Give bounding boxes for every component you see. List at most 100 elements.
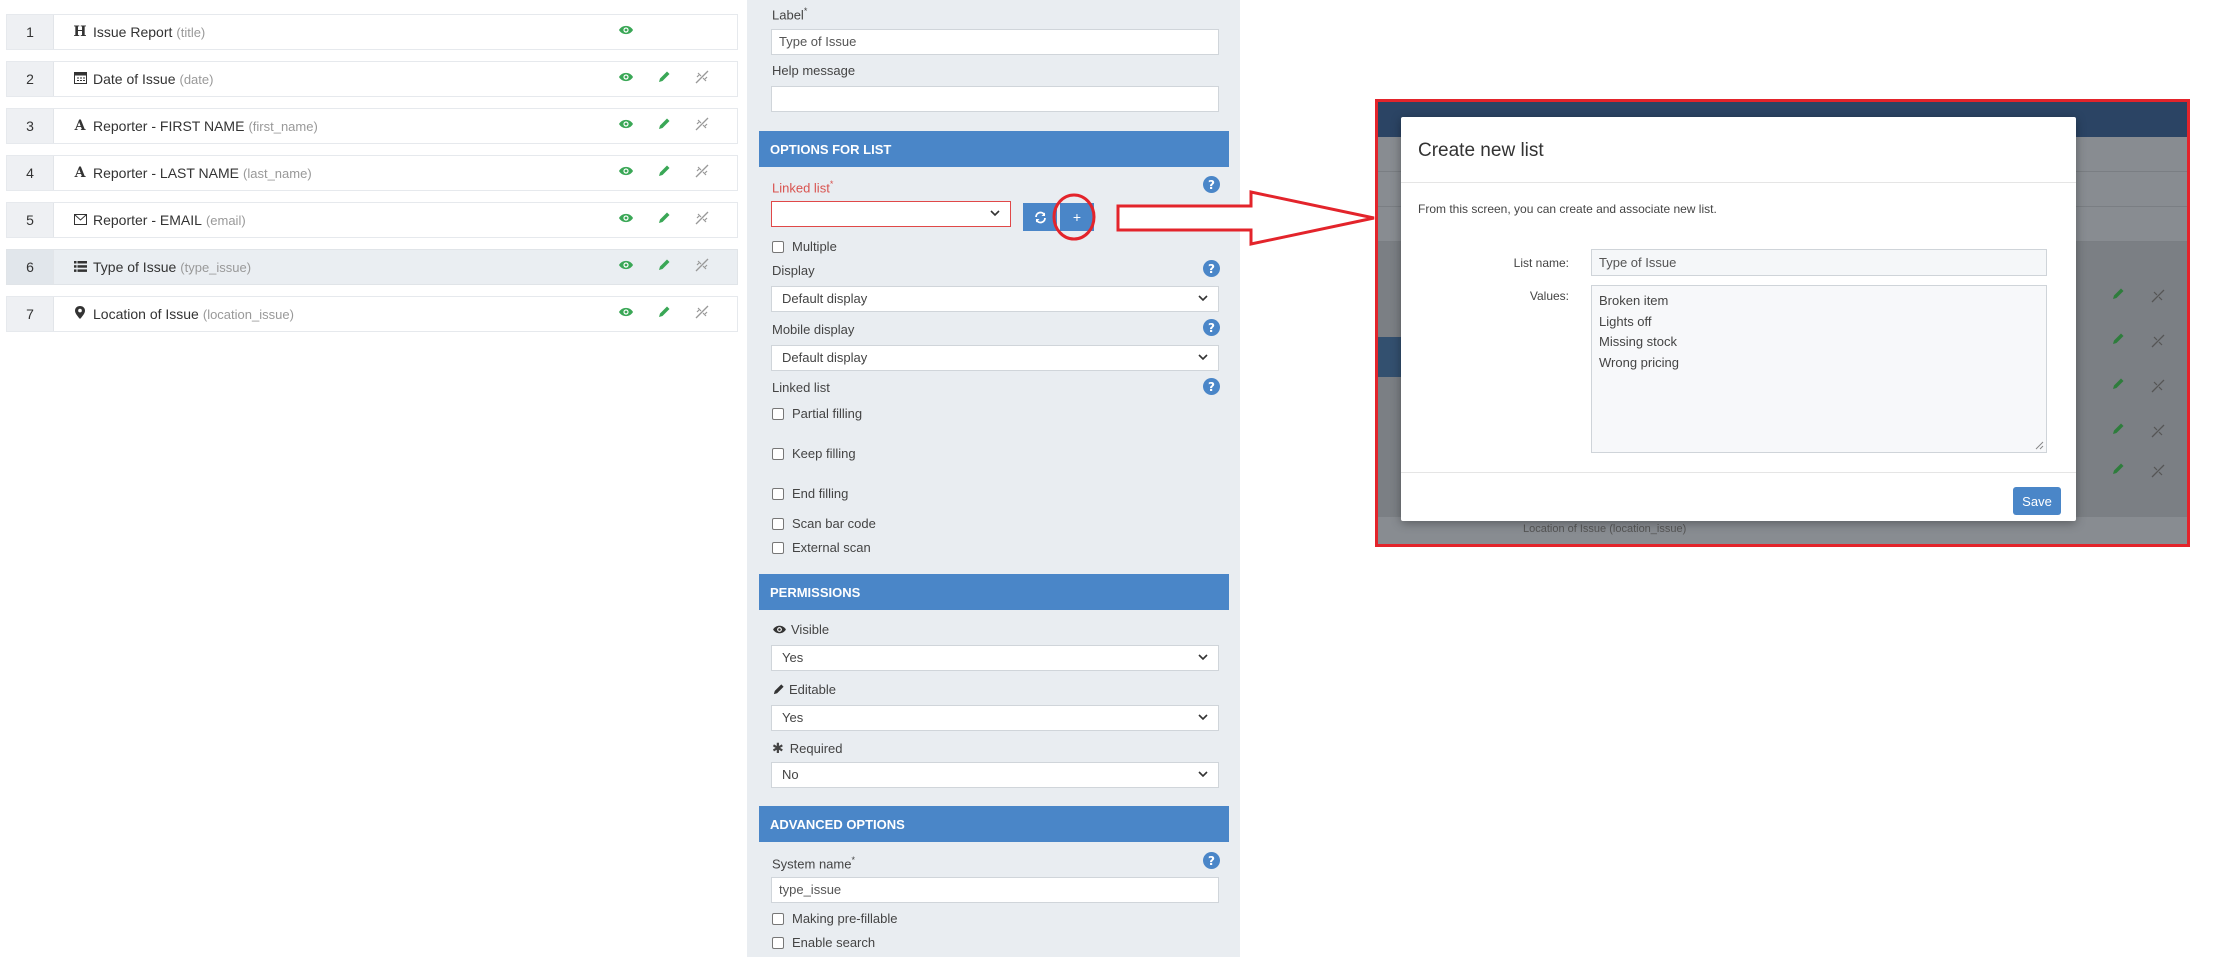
mobile-display-select[interactable]: Default display: [771, 345, 1219, 371]
end-filling-row[interactable]: End filling: [772, 486, 848, 501]
editable-title: Editable: [772, 682, 836, 697]
multiple-label: Multiple: [792, 239, 837, 254]
field-row[interactable]: 7 Location of Issue (location_issue): [6, 296, 738, 332]
end-filling-checkbox[interactable]: [772, 487, 784, 500]
enable-search-label: Enable search: [792, 935, 876, 950]
field-row[interactable]: 3 A Reporter - FIRST NAME (first_name): [6, 108, 738, 144]
label-field-title: Label*: [772, 6, 808, 23]
modal-divider: [1401, 472, 2076, 473]
pencil-icon: [2098, 422, 2138, 445]
pencil-icon[interactable]: [645, 211, 683, 230]
background-row: [1378, 517, 2187, 544]
pencil-icon[interactable]: [645, 164, 683, 183]
eye-icon[interactable]: [607, 305, 645, 323]
eye-icon[interactable]: [607, 70, 645, 88]
list-icon: [72, 259, 88, 275]
eye-icon[interactable]: [607, 117, 645, 135]
field-actions: [607, 203, 721, 237]
unlink-icon[interactable]: [683, 115, 721, 138]
linked-list-select[interactable]: [771, 201, 1011, 227]
field-row[interactable]: 5 Reporter - EMAIL (email): [6, 202, 738, 238]
help-message-input[interactable]: [771, 86, 1219, 112]
unlink-icon[interactable]: [683, 209, 721, 232]
highlight-circle-annotation: [1052, 193, 1096, 241]
help-icon[interactable]: ?: [1203, 319, 1220, 336]
pencil-icon: [2098, 287, 2138, 310]
required-select[interactable]: No: [771, 762, 1219, 788]
external-scan-checkbox[interactable]: [772, 541, 784, 554]
keep-filling-checkbox[interactable]: [772, 447, 784, 460]
unlink-icon[interactable]: [683, 68, 721, 91]
eye-icon[interactable]: [607, 23, 645, 41]
display-select[interactable]: Default display: [771, 286, 1219, 312]
partial-filling-checkbox[interactable]: [772, 407, 784, 420]
eye-icon: [773, 625, 786, 634]
pencil-icon[interactable]: [645, 117, 683, 136]
help-icon[interactable]: ?: [1203, 852, 1220, 869]
modal-title: Create new list: [1418, 140, 1544, 161]
enable-search-row[interactable]: Enable search: [772, 935, 875, 950]
list-name-input[interactable]: Type of Issue: [1591, 249, 2047, 276]
required-label: Required: [789, 741, 843, 756]
eye-icon[interactable]: [607, 164, 645, 182]
field-row[interactable]: 1 H Issue Report (title): [6, 14, 738, 50]
pencil-icon[interactable]: [645, 258, 683, 277]
eye-icon[interactable]: [607, 211, 645, 229]
unlink-icon[interactable]: [683, 256, 721, 279]
help-icon[interactable]: ?: [1203, 378, 1220, 395]
visible-select[interactable]: Yes: [771, 645, 1219, 671]
multiple-checkbox-row[interactable]: Multiple: [772, 239, 837, 254]
keep-filling-label: Keep filling: [792, 446, 856, 461]
pencil-icon: [773, 684, 784, 695]
field-system-name: (type_issue): [180, 259, 252, 275]
unlink-icon[interactable]: [683, 303, 721, 326]
enable-search-checkbox[interactable]: [772, 936, 784, 949]
field-label: Reporter - EMAIL: [93, 212, 202, 228]
help-icon[interactable]: ?: [1203, 260, 1220, 277]
partial-filling-row[interactable]: Partial filling: [772, 406, 862, 421]
label-input[interactable]: Type of Issue: [771, 29, 1219, 55]
keep-filling-row[interactable]: Keep filling: [772, 446, 856, 461]
value-line: Wrong pricing: [1599, 354, 1679, 370]
field-label: Date of Issue: [93, 71, 176, 87]
scan-bar-code-row[interactable]: Scan bar code: [772, 516, 876, 531]
eye-icon[interactable]: [607, 258, 645, 276]
field-system-name: (first_name): [248, 118, 318, 134]
prefillable-row[interactable]: Making pre-fillable: [772, 911, 898, 926]
field-actions: [607, 15, 645, 49]
background-icons: [2098, 287, 2178, 310]
values-textarea[interactable]: Broken item Lights off Missing stock Wro…: [1591, 285, 2047, 453]
field-actions: [607, 109, 721, 143]
scan-bar-code-checkbox[interactable]: [772, 517, 784, 530]
save-button[interactable]: Save: [2013, 487, 2061, 515]
editable-select[interactable]: Yes: [771, 705, 1219, 731]
background-icons: [2098, 422, 2178, 445]
unlink-icon: [2138, 462, 2178, 485]
display-title: Display: [772, 263, 815, 278]
external-scan-row[interactable]: External scan: [772, 540, 871, 555]
resize-grip-icon[interactable]: [2035, 441, 2044, 450]
field-system-name: (email): [205, 212, 246, 228]
end-filling-label: End filling: [792, 486, 849, 501]
unlink-icon: [2138, 377, 2178, 400]
font-icon: A: [74, 165, 86, 181]
values-label: Values:: [1529, 289, 1569, 303]
system-name-input[interactable]: type_issue: [771, 877, 1219, 903]
svg-text:?: ?: [1208, 854, 1215, 868]
multiple-checkbox[interactable]: [772, 240, 784, 253]
unlink-icon[interactable]: [683, 162, 721, 185]
chevron-down-icon: [1198, 654, 1208, 661]
editable-value: Yes: [782, 710, 804, 725]
pencil-icon[interactable]: [645, 70, 683, 89]
form-field-list: 1 H Issue Report (title) 2 Date of Issue…: [6, 14, 738, 343]
heading-icon: H: [73, 24, 87, 40]
field-number: 2: [7, 62, 54, 96]
permissions-header: PERMISSIONS: [759, 574, 1229, 610]
field-row[interactable]: 4 A Reporter - LAST NAME (last_name): [6, 155, 738, 191]
pencil-icon[interactable]: [645, 305, 683, 324]
background-icons: [2098, 332, 2178, 355]
field-row-selected[interactable]: 6 Type of Issue (type_issue): [6, 249, 738, 285]
arrow-right-icon: [1116, 190, 1375, 246]
field-row[interactable]: 2 Date of Issue (date): [6, 61, 738, 97]
prefillable-checkbox[interactable]: [772, 912, 784, 925]
